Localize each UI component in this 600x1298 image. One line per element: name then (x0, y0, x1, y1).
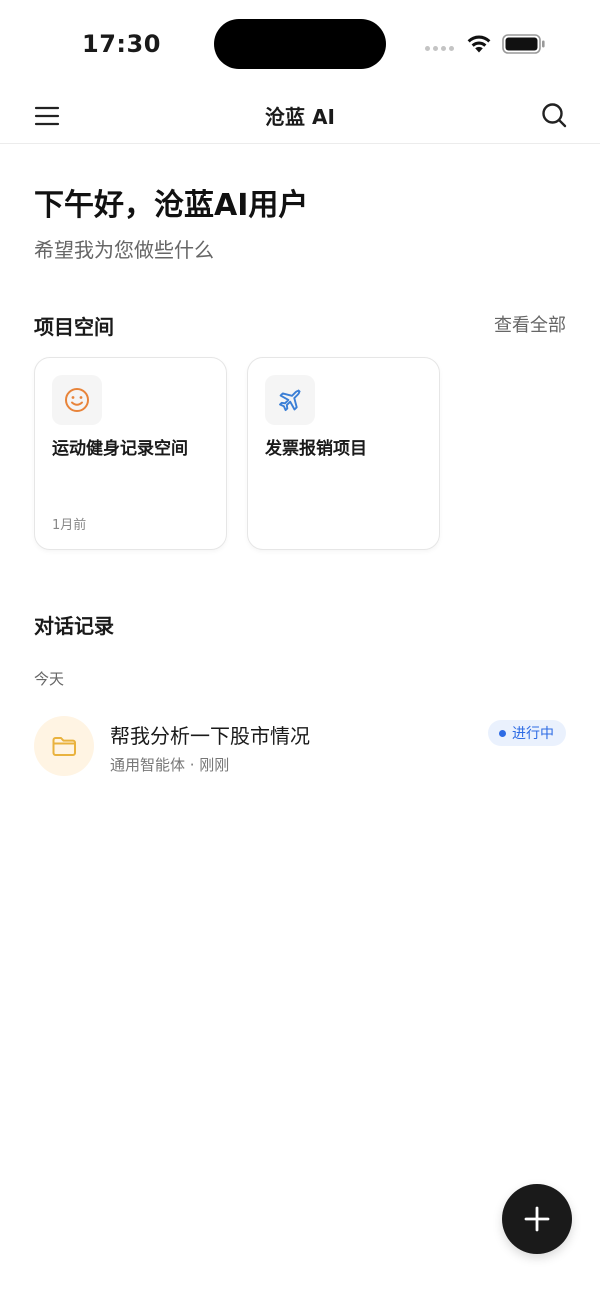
view-all-link[interactable]: 查看全部 (494, 311, 566, 337)
projects-section-title: 项目空间 (34, 315, 114, 339)
new-chat-button[interactable] (502, 1184, 572, 1254)
search-icon[interactable] (540, 101, 568, 129)
project-card-title: 运动健身记录空间 (52, 439, 188, 459)
project-card-invoice[interactable]: 发票报销项目 (247, 357, 440, 550)
day-group-label: 今天 (34, 670, 65, 688)
conversation-item[interactable]: 帮我分析一下股市情况 通用智能体 · 刚刚 进行中 (34, 714, 566, 780)
folder-icon (34, 716, 94, 776)
battery-icon (502, 34, 545, 54)
project-card-fitness[interactable]: 运动健身记录空间 1月前 (34, 357, 227, 550)
project-card-title: 发票报销项目 (265, 439, 367, 459)
greeting-title: 下午好，沧蓝AI用户 (34, 188, 309, 223)
nav-bar: 沧蓝 AI (0, 88, 600, 144)
project-card-time: 1月前 (52, 518, 87, 533)
dynamic-island (214, 19, 386, 69)
status-badge: 进行中 (488, 720, 566, 746)
smiley-icon (52, 375, 102, 425)
plus-icon (524, 1206, 550, 1232)
page-title: 沧蓝 AI (265, 105, 335, 129)
status-bar: 17:30 (0, 0, 600, 88)
greeting-subtitle: 希望我为您做些什么 (34, 238, 214, 262)
conversation-title: 帮我分析一下股市情况 (110, 724, 310, 748)
status-text: 进行中 (512, 726, 554, 742)
cellular-signal-icon (425, 46, 454, 51)
conversation-meta: 通用智能体 · 刚刚 (110, 756, 230, 774)
status-time: 17:30 (82, 30, 161, 58)
conversations-section-title: 对话记录 (34, 614, 114, 638)
status-dot (499, 729, 506, 737)
wifi-icon (467, 35, 491, 53)
airplane-icon (265, 375, 315, 425)
